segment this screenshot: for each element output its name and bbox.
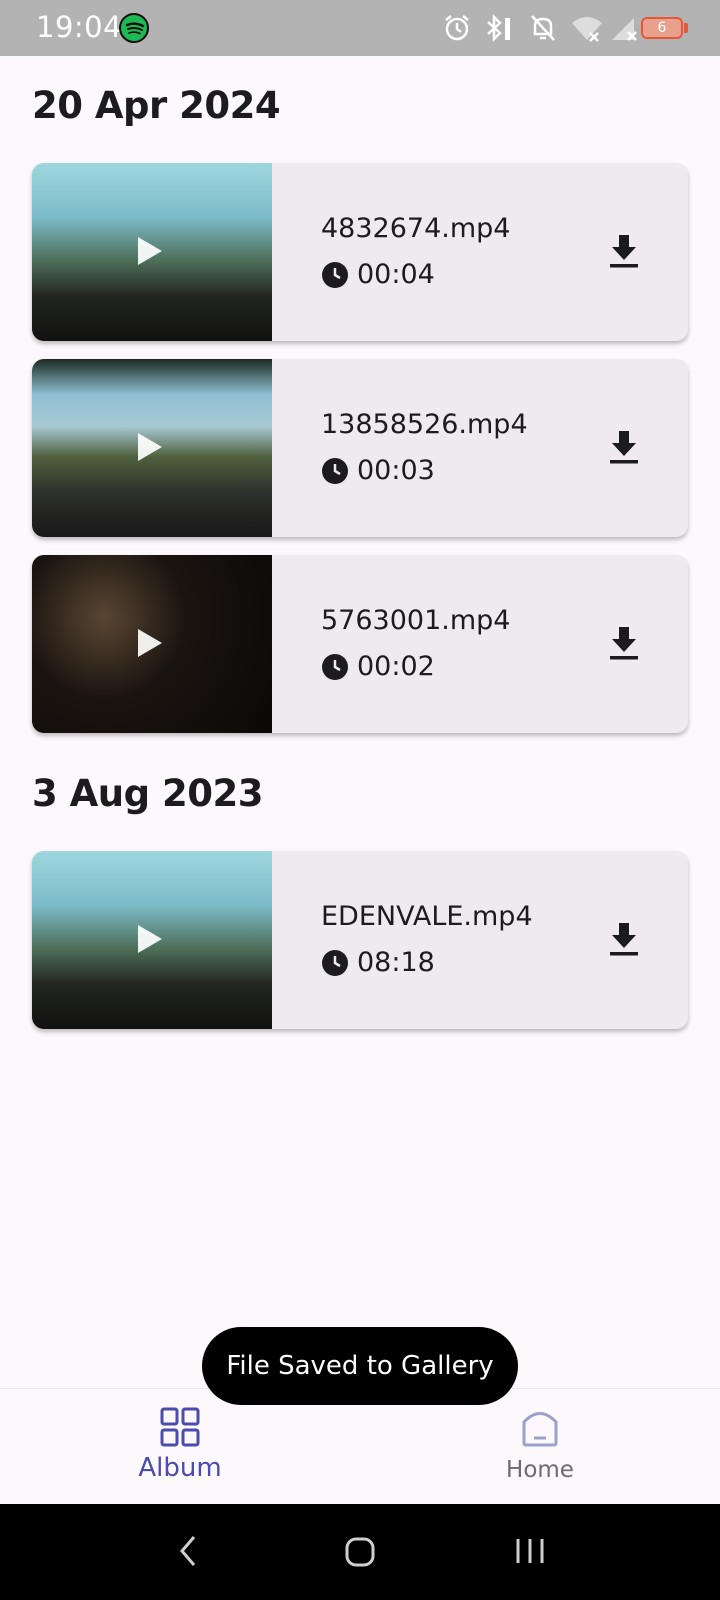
video-filename: EDENVALE.mp4 [321, 901, 533, 932]
video-duration: 00:04 [357, 259, 435, 290]
clock-icon [322, 261, 348, 288]
back-icon[interactable] [176, 1534, 200, 1568]
clock-icon [322, 653, 348, 680]
toast-message: File Saved to Gallery [202, 1327, 518, 1405]
download-icon[interactable] [606, 625, 642, 661]
video-thumbnail[interactable] [32, 359, 272, 537]
video-duration: 00:03 [357, 455, 435, 486]
signal-icon [612, 18, 637, 41]
video-card[interactable]: EDENVALE.mp4 08:18 [32, 851, 688, 1029]
clock-icon [322, 457, 348, 484]
play-icon[interactable] [138, 629, 162, 657]
battery-icon: 6 [641, 17, 683, 39]
video-filename: 13858526.mp4 [321, 409, 528, 440]
spotify-icon [119, 13, 149, 43]
home-icon [522, 1412, 558, 1447]
video-duration: 00:02 [357, 651, 435, 682]
nav-album-label: Album [138, 1453, 222, 1483]
play-icon[interactable] [138, 237, 162, 265]
video-filename: 4832674.mp4 [321, 213, 511, 244]
play-icon[interactable] [138, 433, 162, 461]
bottom-navigation: Album Home [0, 1388, 720, 1505]
alarm-icon [445, 15, 469, 41]
section-date: 20 Apr 2024 [32, 84, 281, 127]
bluetooth-icon [487, 13, 510, 43]
recents-icon[interactable] [514, 1536, 546, 1566]
battery-cap [684, 23, 688, 33]
video-thumbnail[interactable] [32, 163, 272, 341]
grid-icon [160, 1407, 200, 1447]
video-duration: 08:18 [357, 947, 435, 978]
video-card[interactable]: 4832674.mp4 00:04 [32, 163, 688, 341]
download-icon[interactable] [606, 429, 642, 465]
video-duration-row: 00:04 [321, 259, 435, 290]
section-date: 3 Aug 2023 [32, 772, 263, 815]
video-duration-row: 08:18 [321, 947, 435, 978]
wifi-icon [572, 17, 602, 42]
play-icon[interactable] [138, 925, 162, 953]
video-duration-row: 00:03 [321, 455, 435, 486]
video-card[interactable]: 13858526.mp4 00:03 [32, 359, 688, 537]
download-icon[interactable] [606, 921, 642, 957]
battery-level: 6 [657, 20, 667, 36]
nav-album[interactable]: Album [80, 1389, 280, 1505]
mute-icon [531, 15, 555, 41]
nav-home[interactable]: Home [440, 1389, 640, 1505]
clock-icon [322, 949, 348, 976]
download-icon[interactable] [606, 233, 642, 269]
video-filename: 5763001.mp4 [321, 605, 511, 636]
status-bar: 19:04 6 [0, 0, 720, 56]
video-thumbnail[interactable] [32, 555, 272, 733]
system-navigation-bar [0, 1504, 720, 1600]
status-time: 19:04 [36, 10, 123, 44]
video-thumbnail[interactable] [32, 851, 272, 1029]
nav-home-label: Home [506, 1457, 574, 1483]
video-card[interactable]: 5763001.mp4 00:02 [32, 555, 688, 733]
home-button-icon[interactable] [344, 1536, 376, 1568]
video-duration-row: 00:02 [321, 651, 435, 682]
